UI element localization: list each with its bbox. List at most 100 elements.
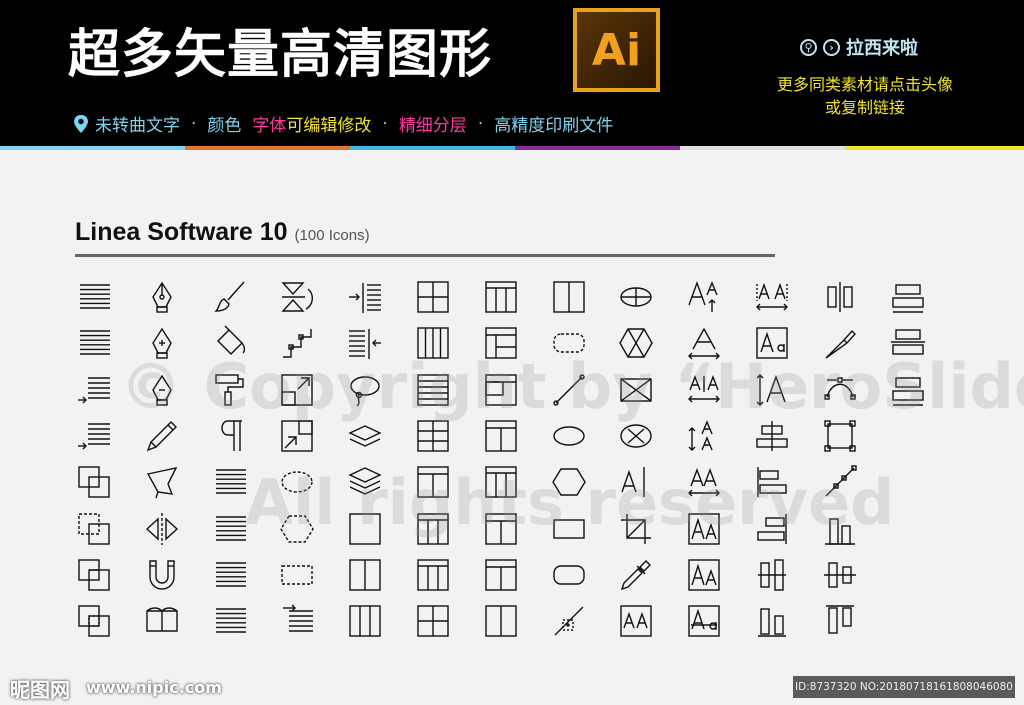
- feature-item: 可编辑修改: [286, 116, 372, 136]
- header-banner: 超多矢量高清图形 Ai ⚲ › 拉西来啦 更多同类素材请点击头像 或复制链接 未…: [0, 0, 1024, 150]
- dashed-rect-icon: [279, 557, 315, 593]
- lines-icon: [76, 325, 112, 361]
- font-box-strike-icon: [686, 603, 722, 639]
- location-pin-icon: [74, 114, 88, 133]
- rows-5-icon: [415, 372, 451, 408]
- layout-header-icon: [415, 464, 451, 500]
- path-diag-icon: [822, 464, 858, 500]
- align-h-center-icon: [822, 557, 858, 593]
- lines-icon: [212, 557, 248, 593]
- stripe-segment: [350, 146, 515, 150]
- stripe-segment: [515, 146, 680, 150]
- promo-line: 或复制链接: [824, 98, 905, 117]
- stripe-segment: [0, 146, 185, 150]
- brush-icon: [212, 279, 248, 315]
- bar-chart-icon: [822, 511, 858, 547]
- split-2-icon: [347, 557, 383, 593]
- flag-icon: [144, 464, 180, 500]
- copy-dashed-icon: [76, 511, 112, 547]
- pencil-icon: [144, 418, 180, 454]
- indent-right-icon: [347, 325, 383, 361]
- lines-icon: [212, 511, 248, 547]
- align-left-bars-icon: [754, 464, 790, 500]
- path-steps-icon: [279, 325, 315, 361]
- align-top-icon: [822, 603, 858, 639]
- square-icon: [347, 511, 383, 547]
- table-3-icon: [415, 418, 451, 454]
- dropper-icon: [618, 557, 654, 593]
- dashed-ellipse-icon: [279, 464, 315, 500]
- lines-icon: [212, 603, 248, 639]
- knife-icon: [822, 325, 858, 361]
- lines-icon: [76, 279, 112, 315]
- align-right-bars-icon: [754, 511, 790, 547]
- brand-badge[interactable]: ⚲ › 拉西来啦: [800, 34, 918, 60]
- pen-remove-icon: [144, 372, 180, 408]
- line-diag-icon: [551, 372, 587, 408]
- brand-label: 拉西来啦: [846, 38, 918, 59]
- feature-item: 颜色: [207, 116, 242, 136]
- mirror-icon: [144, 511, 180, 547]
- color-stripe: [0, 146, 1024, 150]
- ellipse-icon: [551, 418, 587, 454]
- stripe-segment: [680, 146, 845, 150]
- book-icon: [144, 603, 180, 639]
- grid-4-icon: [415, 603, 451, 639]
- kerning-icon: [754, 279, 790, 315]
- promo-line: 更多同类素材请点击头像: [776, 75, 953, 94]
- align-v-bars-icon: [754, 557, 790, 593]
- font-width-icon: [686, 325, 722, 361]
- font-box-a-icon: [686, 557, 722, 593]
- indent-left-icon: [347, 279, 383, 315]
- rounded-rect-icon: [551, 557, 587, 593]
- layout-split-icon: [483, 418, 519, 454]
- pilcrow-icon: [212, 418, 248, 454]
- split-2-icon: [551, 279, 587, 315]
- path-add-icon: [551, 603, 587, 639]
- site-logo: 昵图网: [10, 678, 70, 702]
- pen-add-icon: [144, 325, 180, 361]
- feature-list: 未转曲文字 · 颜色 字体 可编辑修改 · 精细分层 · 高精度印刷文件: [72, 111, 613, 136]
- pen-nib-icon: [144, 279, 180, 315]
- layout-inner-icon: [483, 372, 519, 408]
- chevron-right-icon: ›: [823, 38, 840, 56]
- dashed-round-icon: [551, 325, 587, 361]
- font-box-a-icon: [686, 511, 722, 547]
- stack-center-icon: [890, 325, 926, 361]
- rect-icon: [551, 511, 587, 547]
- resize-in-icon: [279, 418, 315, 454]
- feature-separator: ·: [477, 113, 484, 134]
- font-box-aa-icon: [618, 603, 654, 639]
- table-cols-icon: [415, 557, 451, 593]
- feature-separator: ·: [191, 113, 197, 134]
- select-points-icon: [822, 418, 858, 454]
- copy-icon: [76, 464, 112, 500]
- illustrator-logo: Ai: [573, 8, 660, 92]
- table-cols-icon: [483, 279, 519, 315]
- text-cursor-icon: [618, 464, 654, 500]
- layers-stack-icon: [347, 464, 383, 500]
- align-center-v-icon: [754, 418, 790, 454]
- dashed-hexagon-icon: [279, 511, 315, 547]
- layers-icon: [347, 418, 383, 454]
- hexagon-cross-icon: [618, 325, 654, 361]
- align-bottom-icon: [754, 603, 790, 639]
- feature-item: 字体: [252, 116, 287, 136]
- lines-arrow-icon: [76, 418, 112, 454]
- hexagon-icon: [551, 464, 587, 500]
- site-url[interactable]: www.nipic.com: [86, 678, 222, 697]
- ellipse-line-icon: [618, 279, 654, 315]
- image-id: ID:8737320 NO:20180718161808046080: [793, 676, 1015, 698]
- layout-header-icon: [483, 511, 519, 547]
- stack-wide-icon: [890, 279, 926, 315]
- font-kern-icon: [686, 464, 722, 500]
- title-divider: [75, 254, 775, 257]
- font-size-up-icon: [686, 279, 722, 315]
- cols-4-icon: [415, 325, 451, 361]
- roller-icon: [212, 372, 248, 408]
- split-2-icon: [483, 603, 519, 639]
- panel-title: Linea Software 10 (100 Icons): [75, 218, 370, 247]
- kern-small-icon: [686, 372, 722, 408]
- stack-wide-icon: [890, 372, 926, 408]
- layout-side-icon: [483, 325, 519, 361]
